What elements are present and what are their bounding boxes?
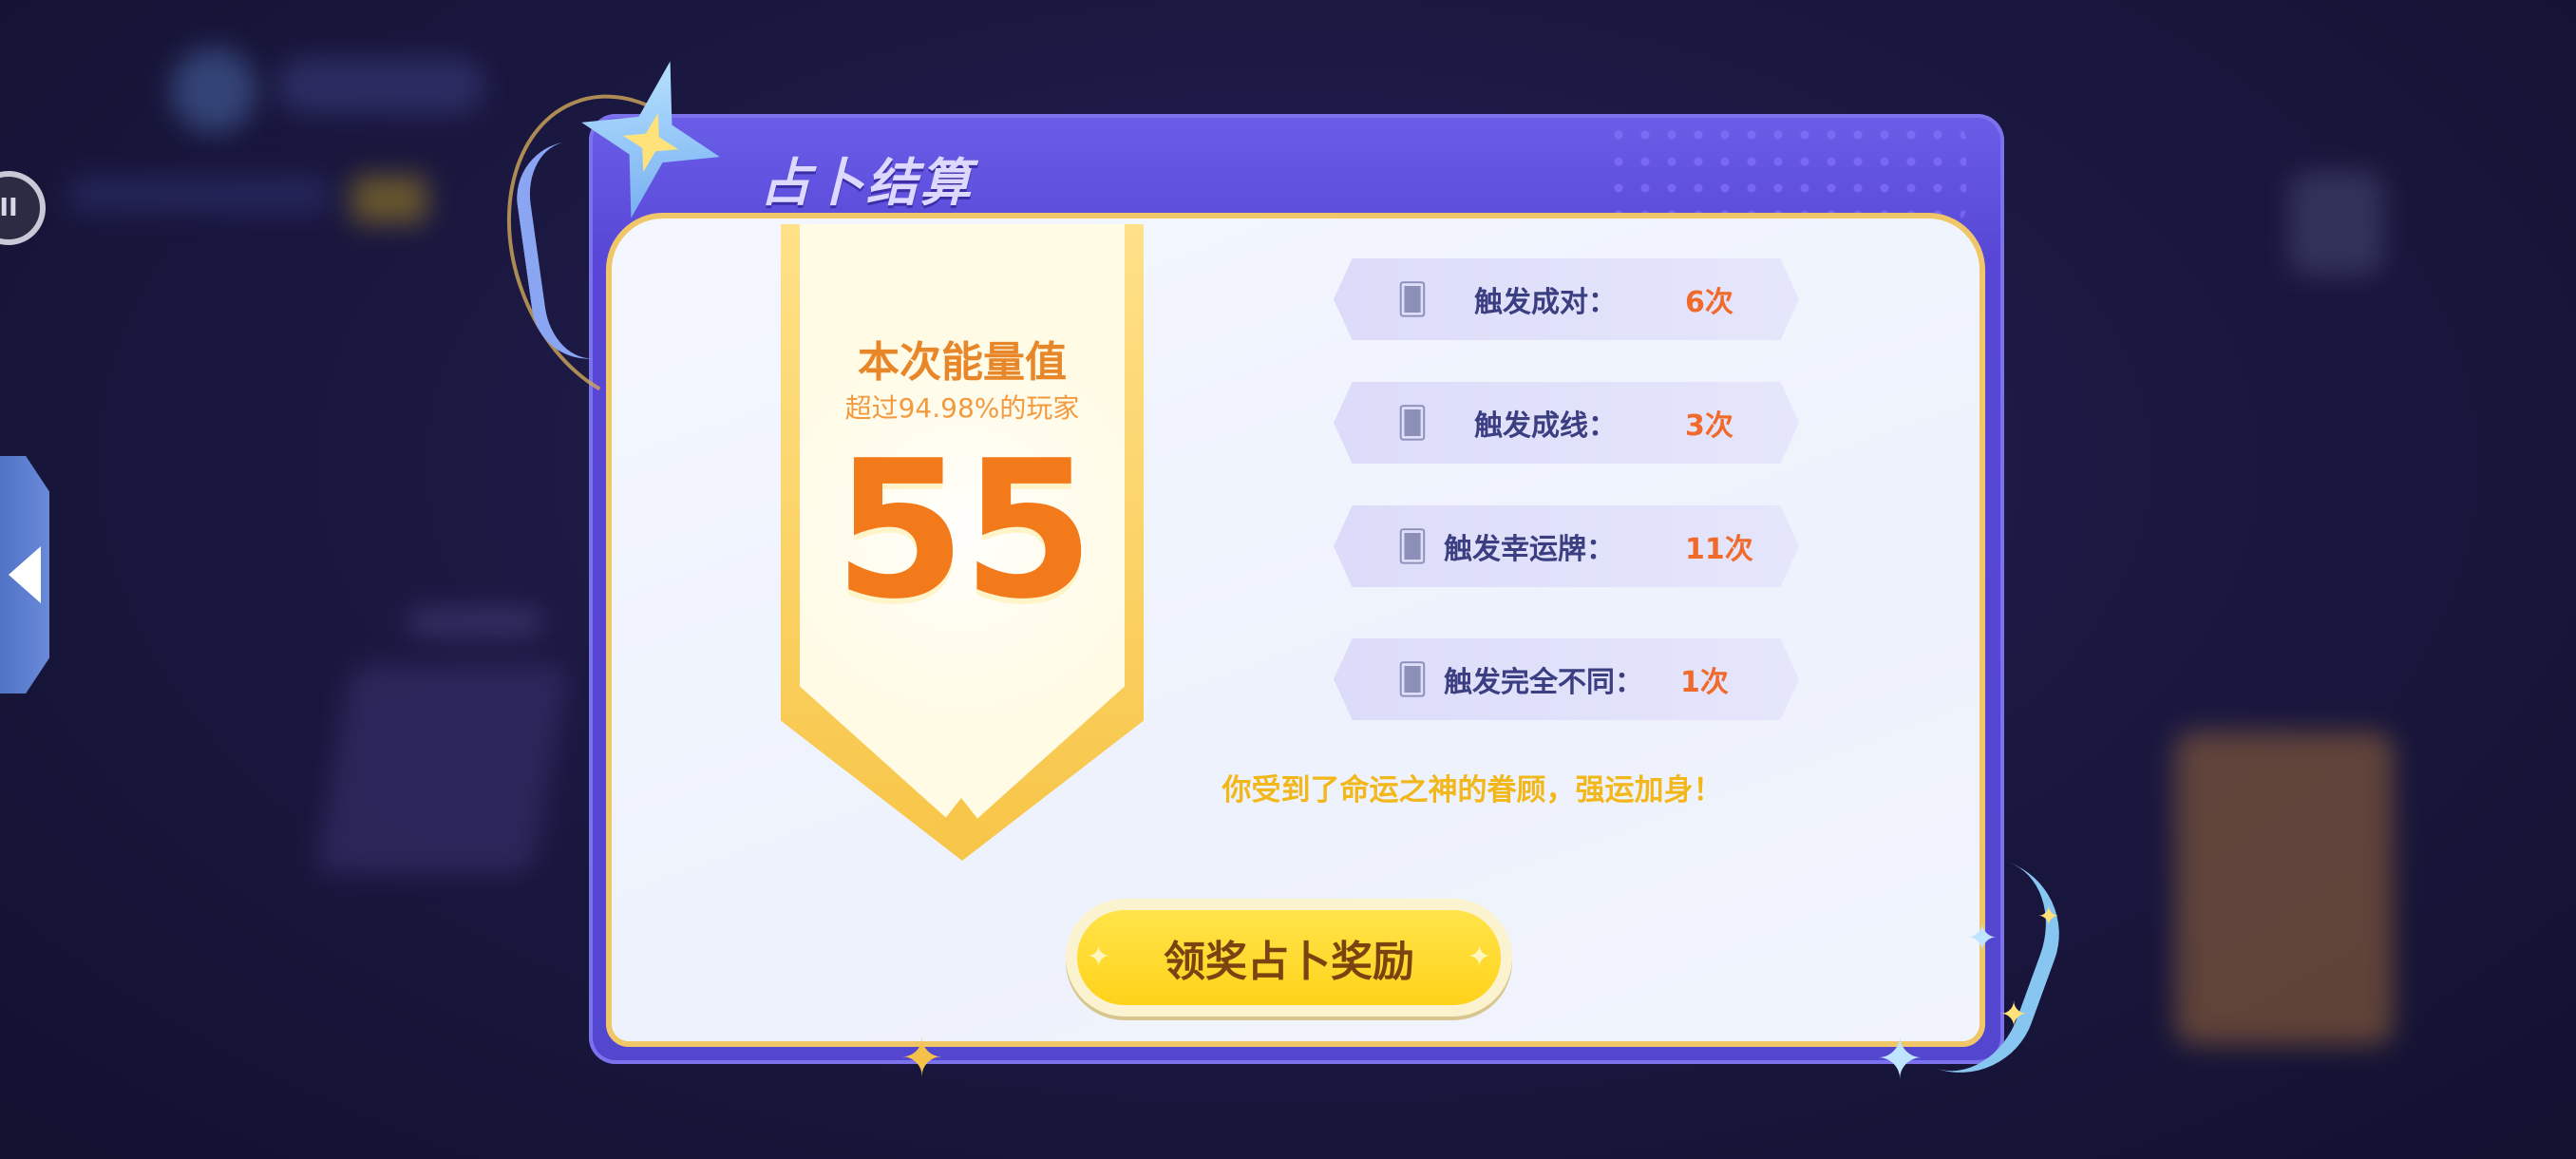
stat-value: 1次 [1680, 666, 1729, 699]
stacked-cards-icon: 🂠 [1396, 405, 1429, 441]
sparkle-icon: ✦ [1966, 917, 1998, 960]
claim-reward-button[interactable]: 领奖占卜奖励 ✦ ✦ [1066, 899, 1512, 1016]
background-label [408, 608, 541, 636]
sparkle-icon: ✦ [1087, 940, 1111, 974]
stat-row-distinct: 🂠 触发完全不同： 1次 [1334, 638, 1799, 720]
stat-value: 11次 [1685, 533, 1753, 566]
claim-reward-label: 领奖占卜奖励 [1077, 910, 1501, 1005]
distinct-cards-icon: 🂠 [1396, 661, 1429, 697]
background-right-card [2175, 732, 2394, 1045]
blessing-message: 你受到了命运之神的眷顾，强运加身！ [1222, 773, 1723, 808]
arrow-left-icon [9, 546, 41, 603]
energy-score: 55 [833, 420, 1094, 641]
background-card [313, 665, 570, 874]
stat-label: 触发幸运牌： [1444, 533, 1615, 566]
background-avatar [171, 48, 256, 133]
stat-value: 6次 [1685, 286, 1733, 319]
stat-row-paired: 🂠 触发成对： 6次 [1334, 258, 1799, 340]
header-pattern [1605, 122, 1966, 226]
stat-label: 触发成对： [1474, 286, 1617, 319]
sparkle-icon: ✦ [1999, 996, 2029, 1035]
sparkle-icon: ✦ [1876, 1026, 1924, 1092]
background-coin-badge [351, 176, 427, 223]
sparkle-icon: ✦ [2037, 901, 2060, 932]
energy-title: 本次能量值 [858, 338, 1067, 387]
stat-value: 3次 [1685, 409, 1733, 443]
background-subtitle [66, 176, 332, 214]
stat-label: 触发完全不同： [1444, 666, 1643, 699]
sparkle-icon: ✦ [900, 1028, 944, 1088]
stat-row-line: 🂠 触发成线： 3次 [1334, 382, 1799, 464]
stat-label: 触发成线： [1474, 409, 1617, 443]
sparkle-icon: ✦ [1467, 940, 1491, 974]
background-name-plate [275, 57, 484, 114]
dialog-title: 占卜结算 [760, 153, 973, 213]
pause-icon[interactable]: II [0, 171, 46, 245]
paired-cards-icon: 🂠 [1396, 281, 1429, 317]
lucky-card-icon: 🂠 [1396, 528, 1429, 564]
side-back-button[interactable] [0, 456, 49, 694]
background-right-icon [2289, 171, 2384, 276]
stat-row-lucky: 🂠 触发幸运牌： 11次 [1334, 505, 1799, 587]
